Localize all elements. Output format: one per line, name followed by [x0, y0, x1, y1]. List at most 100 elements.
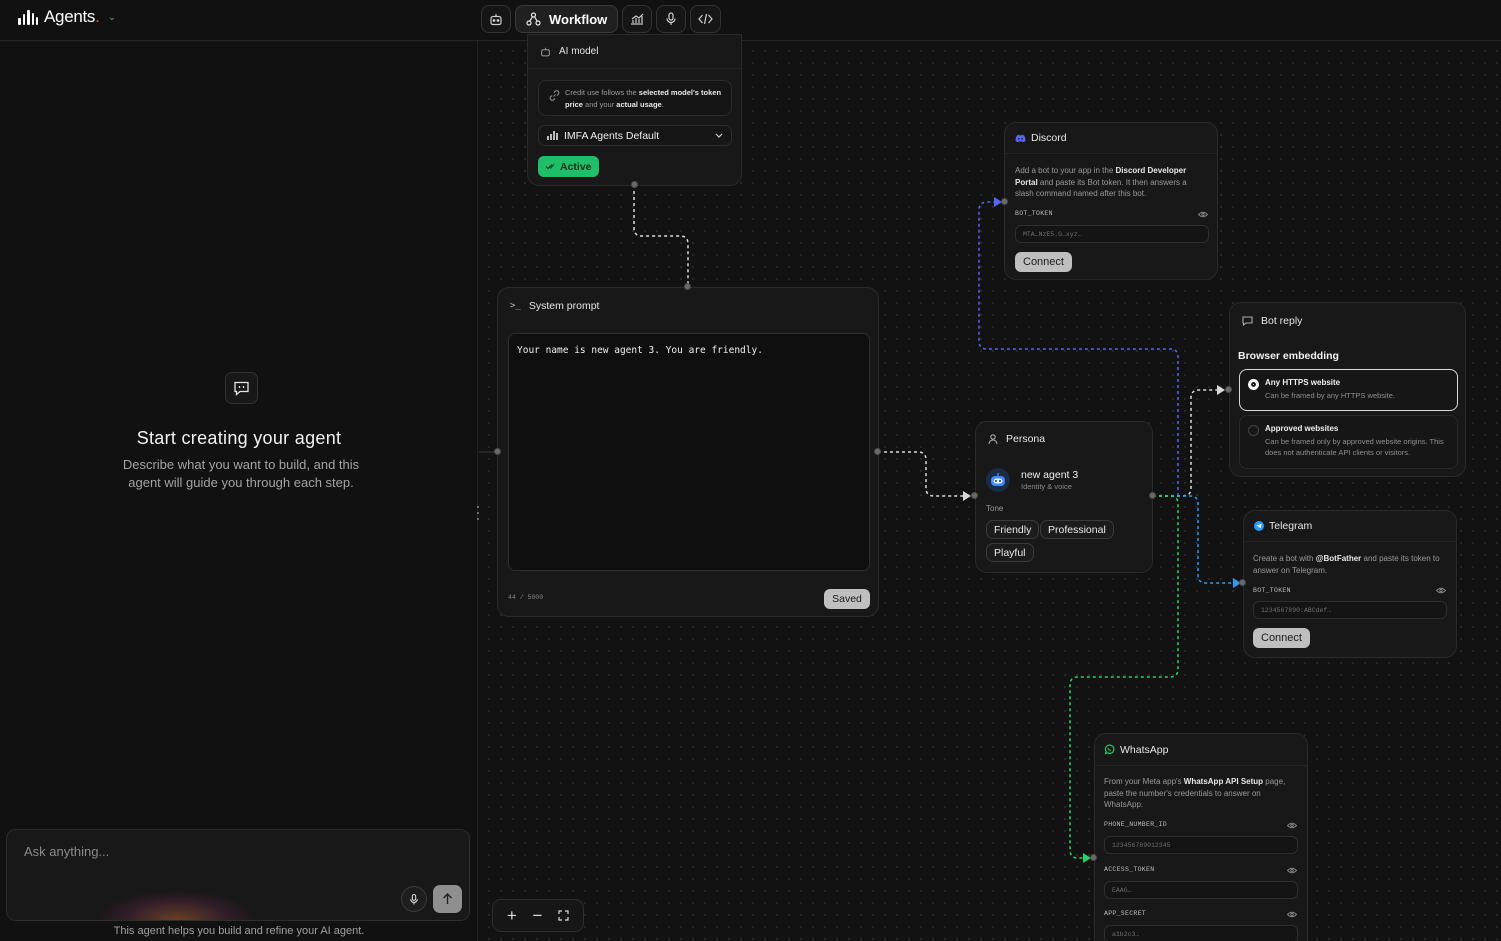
telegram-title: Telegram	[1269, 520, 1313, 532]
bot-reply-input-port[interactable]	[1225, 386, 1232, 393]
eye-icon[interactable]	[1198, 211, 1208, 218]
empty-state-subtitle: Describe what you want to build, and thi…	[122, 457, 360, 490]
agent-avatar	[986, 468, 1010, 492]
analytics-button[interactable]	[622, 5, 653, 33]
access-token-input[interactable]: EAAG…	[1104, 881, 1298, 899]
radio-selected-icon	[1248, 379, 1259, 390]
brand-switcher[interactable]: Agents. ⌄	[18, 7, 116, 27]
system-prompt-output-port[interactable]	[874, 448, 881, 455]
telegram-description: Create a bot with @BotFather and paste i…	[1253, 554, 1440, 575]
telegram-node[interactable]: Telegram Create a bot with @BotFather an…	[1243, 510, 1457, 658]
browser-embedding-heading: Browser embedding	[1238, 350, 1339, 362]
discord-token-input[interactable]: MTA…NzE5.G…xyz…	[1015, 225, 1209, 243]
discord-header: Discord	[1005, 123, 1217, 154]
telegram-header: Telegram	[1244, 511, 1456, 542]
embed-option-any-https[interactable]: Any HTTPS website Can be framed by any H…	[1239, 369, 1458, 411]
telegram-token-label: BOT_TOKEN	[1253, 587, 1291, 594]
persona-output-port[interactable]	[1149, 492, 1156, 499]
persona-input-port[interactable]	[971, 492, 978, 499]
robot-avatar-icon	[991, 473, 1005, 486]
eye-icon[interactable]	[1436, 587, 1446, 594]
message-icon	[1242, 316, 1253, 326]
user-icon	[988, 433, 998, 444]
whatsapp-icon	[1104, 744, 1115, 755]
discord-connect-button[interactable]: Connect	[1015, 252, 1072, 272]
ai-model-title: AI model	[559, 46, 599, 57]
tone-chip-friendly[interactable]: Friendly	[986, 520, 1040, 539]
model-logo-icon	[547, 131, 558, 140]
arrow-up-icon	[443, 893, 452, 904]
dictate-button[interactable]	[401, 886, 427, 912]
view-toolbar: Workflow	[481, 5, 722, 33]
link-icon	[549, 90, 560, 101]
app-secret-label: APP_SECRET	[1104, 910, 1147, 917]
workflow-tab[interactable]: Workflow	[515, 5, 619, 33]
check-icon	[545, 164, 555, 170]
assistant-panel: Start creating your agent Describe what …	[0, 41, 479, 941]
bot-reply-header: Bot reply	[1230, 303, 1465, 339]
ai-model-header: AI model	[528, 35, 741, 69]
persona-title: Persona	[1006, 433, 1046, 445]
persona-node[interactable]: Persona new agent 3 Identity & voice Ton…	[975, 421, 1153, 573]
saved-button[interactable]: Saved	[824, 589, 870, 609]
eye-icon[interactable]	[1287, 911, 1297, 918]
robot-icon	[490, 13, 502, 25]
agent-name: new agent 3	[1021, 469, 1079, 481]
chart-icon	[631, 13, 644, 25]
zoom-in-button[interactable]: +	[507, 906, 517, 926]
system-prompt-header: >_ System prompt	[498, 288, 878, 323]
code-button[interactable]	[690, 5, 722, 33]
system-prompt-editor[interactable]: Your name is new agent 3. You are friend…	[508, 333, 870, 571]
active-badge: Active	[538, 156, 599, 177]
discord-token-label: BOT_TOKEN	[1015, 210, 1053, 217]
app-name: Agents.	[44, 7, 100, 26]
bot-reply-node[interactable]: Bot reply Browser embedding Any HTTPS we…	[1229, 302, 1466, 477]
ai-model-node[interactable]: AI model Credit use follows the selected…	[527, 34, 742, 186]
chat-input[interactable]	[24, 844, 404, 859]
whatsapp-description: From your Meta app's WhatsApp API Setup …	[1104, 777, 1286, 809]
chevron-down-icon	[715, 133, 723, 138]
system-prompt-text: Your name is new agent 3. You are friend…	[517, 345, 763, 356]
system-prompt-title: System prompt	[528, 299, 600, 312]
phone-number-id-label: PHONE_NUMBER_ID	[1104, 821, 1168, 828]
mic-icon	[666, 12, 676, 25]
fit-view-icon[interactable]	[558, 910, 569, 921]
agent-view-button[interactable]	[481, 5, 511, 33]
telegram-icon	[1254, 521, 1264, 531]
embed-option-approved[interactable]: Approved websites Can be framed only by …	[1239, 415, 1458, 469]
persona-header: Persona	[976, 422, 1152, 456]
workflow-icon	[526, 12, 541, 26]
access-token-label: ACCESS_TOKEN	[1104, 866, 1155, 873]
robot-icon	[541, 47, 550, 56]
system-prompt-input-port[interactable]	[494, 448, 501, 455]
discord-node[interactable]: Discord Add a bot to your app in the Dis…	[1004, 122, 1218, 280]
workflow-tab-label: Workflow	[549, 11, 608, 27]
phone-number-id-input[interactable]: 123456789012345	[1104, 836, 1298, 854]
bot-reply-title: Bot reply	[1261, 315, 1303, 327]
system-prompt-node[interactable]: >_ System prompt Your name is new agent …	[497, 287, 879, 617]
whatsapp-input-port[interactable]	[1090, 854, 1097, 861]
voice-button[interactable]	[656, 5, 687, 33]
eye-icon[interactable]	[1287, 822, 1297, 829]
system-prompt-top-port[interactable]	[684, 283, 691, 290]
telegram-token-input[interactable]: 1234567890:ABCdef…	[1253, 601, 1447, 619]
whatsapp-node[interactable]: WhatsApp From your Meta app's WhatsApp A…	[1094, 733, 1308, 941]
radio-unselected-icon	[1248, 425, 1259, 436]
eye-icon[interactable]	[1287, 867, 1297, 874]
send-button[interactable]	[433, 885, 462, 913]
brand-logo-icon	[18, 9, 39, 25]
model-select[interactable]: IMFA Agents Default	[538, 125, 732, 146]
telegram-input-port[interactable]	[1239, 579, 1246, 586]
zoom-out-button[interactable]: −	[532, 906, 542, 926]
tone-chip-playful[interactable]: Playful	[986, 543, 1034, 562]
ai-model-output-port[interactable]	[631, 181, 638, 188]
tone-chip-professional[interactable]: Professional	[1040, 520, 1114, 539]
code-icon	[698, 13, 714, 25]
app-secret-input[interactable]: a1b2c3…	[1104, 925, 1298, 941]
chevron-down-icon: ⌄	[107, 11, 116, 23]
agent-identity-sub: Identity & voice	[1021, 482, 1072, 491]
telegram-connect-button[interactable]: Connect	[1253, 628, 1310, 648]
discord-input-port[interactable]	[1001, 198, 1008, 205]
composer-glow	[97, 890, 257, 920]
active-badge-label: Active	[560, 160, 592, 173]
